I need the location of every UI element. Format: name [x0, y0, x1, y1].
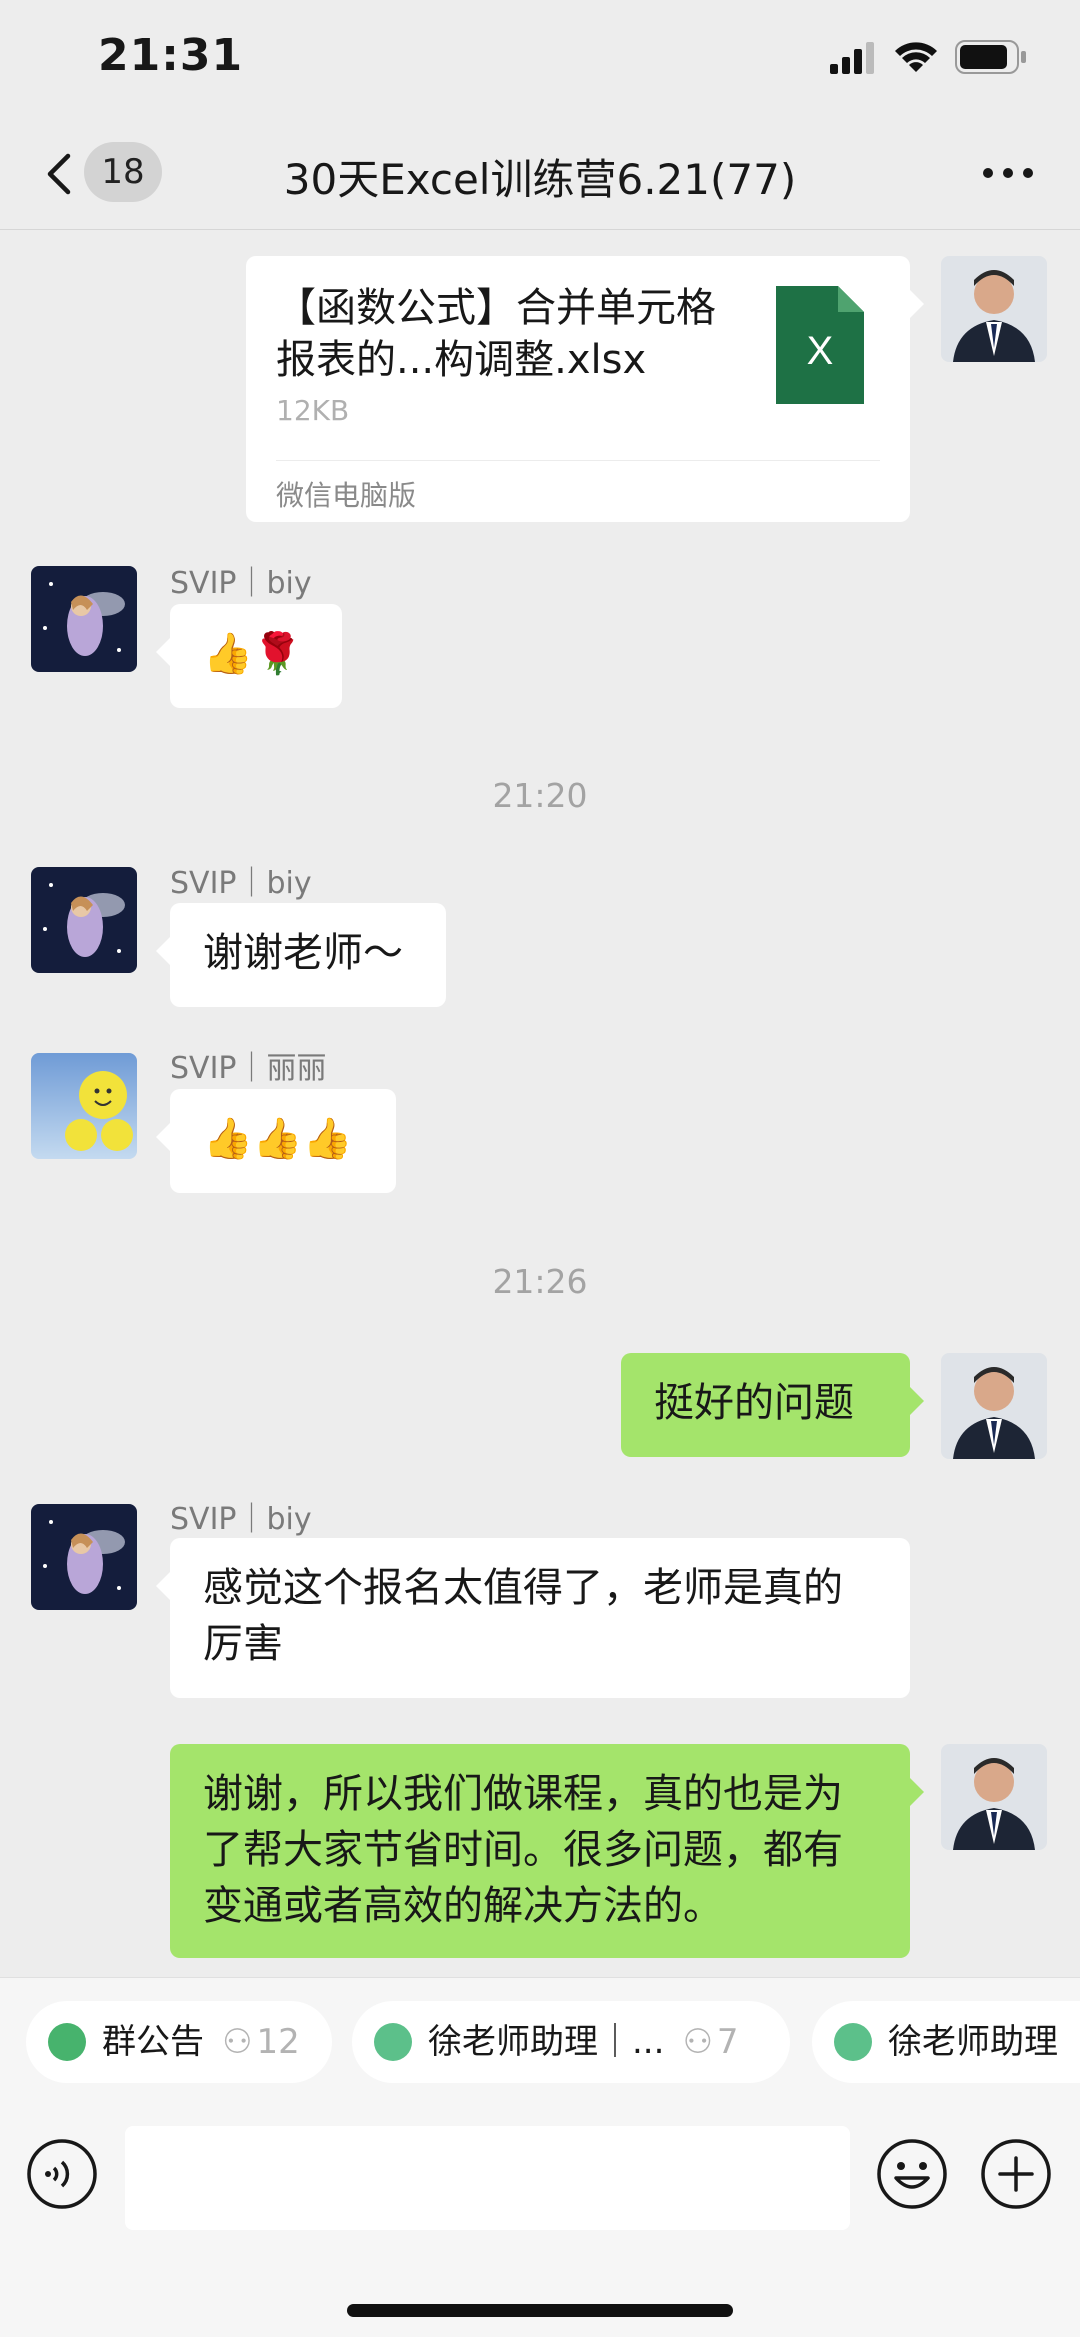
notice-icon: [48, 2023, 86, 2061]
chip-label: 徐老师助理: [888, 2022, 1058, 2062]
chip-count: 12: [256, 2022, 300, 2062]
message-bubble[interactable]: 👍🌹: [156, 604, 342, 708]
sender-name: SVIP｜丽丽: [170, 1051, 327, 1086]
my-avatar[interactable]: [941, 1353, 1047, 1459]
chip-label: 徐老师助理｜...: [428, 2022, 665, 2062]
battery-icon: [955, 40, 1026, 74]
emoji-icon[interactable]: [876, 2138, 948, 2210]
message-bubble[interactable]: 谢谢老师～: [156, 903, 446, 1007]
file-size: 12KB: [276, 394, 350, 427]
file-message-card[interactable]: 【函数公式】合并单元格报表的...构调整.xlsx 12KB 微信电脑版 X: [246, 256, 924, 522]
status-bar: 21:31: [0, 0, 1080, 120]
more-options-icon[interactable]: [980, 158, 1036, 188]
sender-name: SVIP｜biy: [170, 566, 312, 601]
chat-header: 18 30天Excel训练营6.21(77): [0, 120, 1080, 230]
file-source-label: 微信电脑版: [276, 479, 417, 512]
excel-file-icon: X: [776, 286, 864, 404]
voice-input-icon[interactable]: [26, 2138, 98, 2210]
group-notice-chip[interactable]: 群公告 ⚇ 12: [26, 2001, 332, 2083]
add-plus-icon[interactable]: [980, 2138, 1052, 2210]
cellular-signal-icon: [830, 42, 874, 74]
my-avatar[interactable]: [941, 1744, 1047, 1850]
assistant-icon: [374, 2023, 412, 2061]
bottom-panel: 群公告 ⚇ 12 徐老师助理｜... ⚇ 7 徐老师助理: [0, 1977, 1080, 2337]
message-bubble[interactable]: 👍👍👍: [156, 1089, 396, 1193]
chip-count: 7: [716, 2022, 739, 2062]
assistant-icon: [834, 2023, 872, 2061]
chat-title: 30天Excel训练营6.21(77): [283, 155, 797, 204]
timestamp: 21:26: [492, 1262, 588, 1301]
status-time: 21:31: [98, 30, 244, 81]
sender-avatar-lili[interactable]: [31, 1053, 137, 1159]
sender-avatar-biy[interactable]: [31, 1504, 137, 1610]
chip-label: 群公告: [102, 2022, 204, 2062]
assistant-chip[interactable]: 徐老师助理｜... ⚇ 7: [352, 2001, 790, 2083]
member-count-icon: ⚇: [222, 2022, 253, 2062]
divider: [276, 460, 880, 461]
my-avatar[interactable]: [941, 256, 1047, 362]
sender-name: SVIP｜biy: [170, 866, 312, 901]
sender-name: SVIP｜biy: [170, 1502, 312, 1537]
my-message-bubble[interactable]: 挺好的问题: [621, 1353, 924, 1457]
sender-avatar-biy[interactable]: [31, 867, 137, 973]
assistant-chip-2[interactable]: 徐老师助理: [812, 2001, 1080, 2083]
sender-avatar-biy[interactable]: [31, 566, 137, 672]
excel-letter: X: [807, 329, 834, 373]
message-input[interactable]: [125, 2126, 850, 2230]
file-name: 【函数公式】合并单元格报表的...构调整.xlsx: [276, 285, 716, 383]
wifi-icon: [895, 42, 937, 72]
member-count-icon: ⚇: [682, 2022, 713, 2062]
timestamp: 21:20: [492, 776, 588, 815]
my-message-bubble[interactable]: 谢谢，所以我们做课程，真的也是为了帮大家节省时间。很多问题，都有变通或者高效的解…: [170, 1744, 924, 1958]
message-bubble[interactable]: 感觉这个报名太值得了，老师是真的厉害: [156, 1538, 910, 1698]
home-indicator[interactable]: [347, 2304, 733, 2317]
